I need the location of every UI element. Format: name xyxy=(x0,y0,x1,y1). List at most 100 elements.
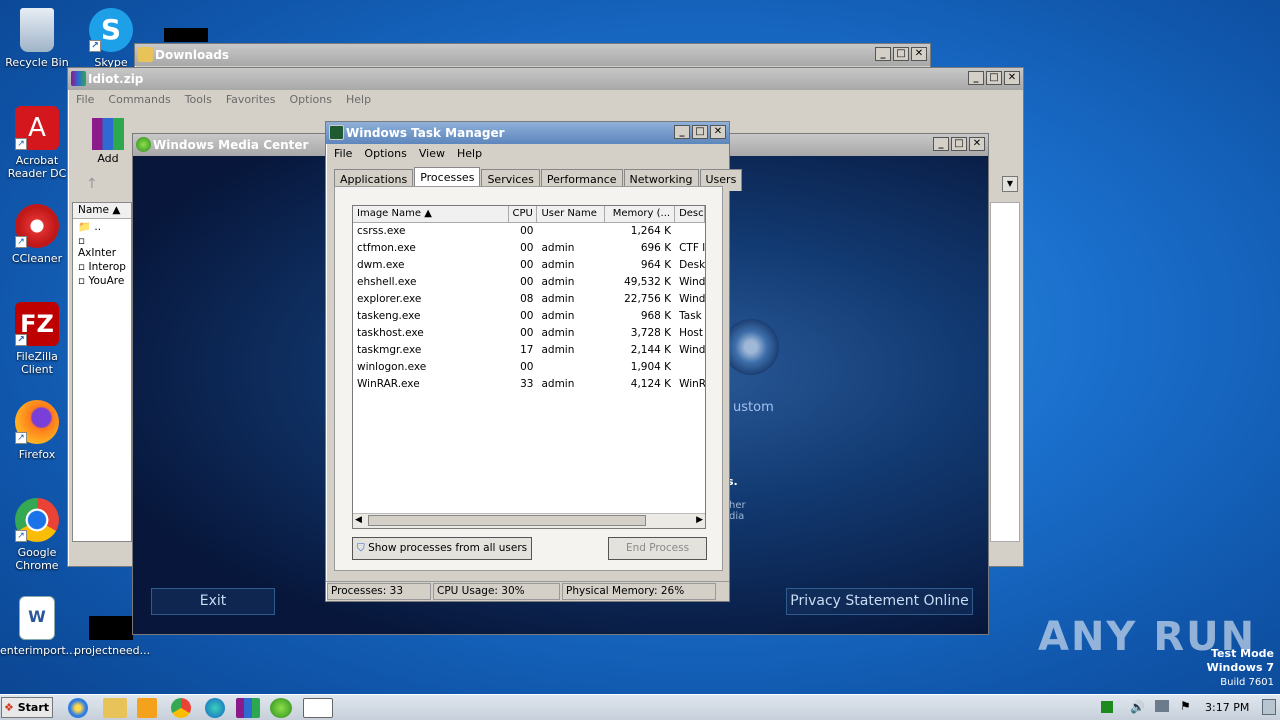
word-doc-icon: W xyxy=(19,596,55,640)
close-button[interactable]: ✕ xyxy=(1004,71,1020,85)
media-player-icon[interactable] xyxy=(137,698,157,718)
minimize-button[interactable]: _ xyxy=(674,125,690,139)
menu-options[interactable]: Options xyxy=(290,93,332,107)
process-memory: 964 K xyxy=(640,259,672,271)
minimize-button[interactable]: _ xyxy=(968,71,984,85)
process-user: admin xyxy=(541,378,575,390)
table-row[interactable]: ctfmon.exe 00 admin 696 K CTF l xyxy=(353,240,705,257)
list-item[interactable]: ▫ YouAre xyxy=(73,274,131,288)
desktop-icon-word-doc[interactable]: W enterimport... xyxy=(0,596,76,657)
task-manager-window[interactable]: Windows Task Manager _ □ ✕ File Options Vi… xyxy=(325,121,743,602)
task-manager-taskbar-icon[interactable] xyxy=(303,698,333,718)
winrar-right-pane xyxy=(990,202,1020,542)
column-memory[interactable]: Memory (... xyxy=(605,206,676,222)
winrar-taskbar-icon[interactable] xyxy=(236,698,260,718)
close-button[interactable]: ✕ xyxy=(911,47,927,61)
firefox-icon: ↗ xyxy=(15,400,59,444)
process-name: csrss.exe xyxy=(357,225,406,237)
close-button[interactable]: ✕ xyxy=(710,125,726,139)
show-all-label: Show processes from all users xyxy=(368,542,528,554)
start-button[interactable]: ❖ Start xyxy=(1,697,53,718)
menu-tools[interactable]: Tools xyxy=(185,93,212,107)
status-cpu-usage: CPU Usage: 30% xyxy=(433,583,560,600)
process-name: taskeng.exe xyxy=(357,310,421,322)
chrome-taskbar-icon[interactable] xyxy=(171,698,191,718)
scroll-right-arrow[interactable]: ▶ xyxy=(696,515,703,525)
process-memory: 696 K xyxy=(640,242,672,254)
media-center-taskbar-icon[interactable] xyxy=(270,698,292,718)
menu-file[interactable]: File xyxy=(334,147,352,161)
table-row[interactable]: taskhost.exe 00 admin 3,728 K Host xyxy=(353,325,705,342)
minimize-button[interactable]: _ xyxy=(933,137,949,151)
desktop-icon-chrome[interactable]: ↗ Google Chrome xyxy=(0,498,74,572)
desktop-icon-firefox[interactable]: ↗ Firefox xyxy=(0,400,74,461)
maximize-button[interactable]: □ xyxy=(951,137,967,151)
edge-icon[interactable] xyxy=(205,698,225,718)
network-status-icon[interactable] xyxy=(1101,701,1113,713)
column-description[interactable]: Desc xyxy=(675,206,705,222)
maximize-button[interactable]: □ xyxy=(692,125,708,139)
maximize-button[interactable]: □ xyxy=(893,47,909,61)
maximize-button[interactable]: □ xyxy=(986,71,1002,85)
desktop-icon-ccleaner[interactable]: ↗ CCleaner xyxy=(0,204,74,265)
desktop-icon-recycle-bin[interactable]: Recycle Bin xyxy=(0,8,74,69)
column-user-name[interactable]: User Name xyxy=(537,206,606,222)
exit-button[interactable]: Exit xyxy=(151,588,275,615)
table-row[interactable]: dwm.exe 00 admin 964 K Desk xyxy=(353,257,705,274)
network-icon[interactable] xyxy=(1155,700,1169,712)
process-memory: 968 K xyxy=(640,310,672,322)
column-image-name[interactable]: Image Name ▲ xyxy=(353,206,509,222)
desktop-icon-filezilla[interactable]: FZ ↗ FileZilla Client xyxy=(0,302,74,376)
table-row[interactable]: csrss.exe 00 1,264 K xyxy=(353,223,705,240)
name-column-header[interactable]: Name ▲ xyxy=(73,203,131,219)
menu-help[interactable]: Help xyxy=(457,147,482,161)
menu-file[interactable]: File xyxy=(76,93,94,107)
scroll-thumb[interactable] xyxy=(368,515,646,526)
list-item[interactable]: ▫ Interop xyxy=(73,260,131,274)
menu-options[interactable]: Options xyxy=(364,147,406,161)
recycle-bin-icon xyxy=(20,8,54,52)
skype-icon: S ↗ xyxy=(89,8,133,52)
process-rows: csrss.exe 00 1,264 K ctfmon.exe 00 admin 696 K… xyxy=(353,223,705,393)
menu-favorites[interactable]: Favorites xyxy=(226,93,276,107)
desktop-icon-acrobat[interactable]: A ↗ Acrobat Reader DC xyxy=(0,106,74,180)
privacy-statement-button[interactable]: Privacy Statement Online xyxy=(786,588,973,615)
table-row[interactable]: taskmgr.exe 17 admin 2,144 K Wind xyxy=(353,342,705,359)
task-manager-titlebar[interactable]: Windows Task Manager _ □ ✕ xyxy=(326,122,729,144)
black-file-icon xyxy=(164,28,208,42)
menu-view[interactable]: View xyxy=(419,147,445,161)
list-item[interactable]: ▫ AxInter xyxy=(73,234,131,260)
menu-commands[interactable]: Commands xyxy=(108,93,170,107)
desktop-icon-label: FileZilla Client xyxy=(16,350,58,376)
downloads-titlebar[interactable]: Downloads _ □ ✕ xyxy=(135,44,930,66)
table-row[interactable]: winlogon.exe 00 1,904 K xyxy=(353,359,705,376)
process-memory: 1,264 K xyxy=(630,225,672,237)
show-desktop-button[interactable] xyxy=(1262,699,1276,715)
table-row[interactable]: taskeng.exe 00 admin 968 K Task xyxy=(353,308,705,325)
winrar-titlebar[interactable]: Idiot.zip _ □ ✕ xyxy=(68,68,1023,90)
show-all-processes-button[interactable]: ⛉ Show processes from all users xyxy=(352,537,532,560)
menu-help[interactable]: Help xyxy=(346,93,371,107)
clock[interactable]: 3:17 PM xyxy=(1205,701,1249,714)
close-button[interactable]: ✕ xyxy=(969,137,985,151)
table-row[interactable]: WinRAR.exe 33 admin 4,124 K WinR xyxy=(353,376,705,393)
table-row[interactable]: ehshell.exe 00 admin 49,532 K Wind xyxy=(353,274,705,291)
volume-icon[interactable]: 🔊 xyxy=(1130,700,1145,714)
add-button[interactable]: Add xyxy=(90,118,126,165)
internet-explorer-icon[interactable] xyxy=(68,698,88,718)
minimize-button[interactable]: _ xyxy=(875,47,891,61)
up-arrow-icon[interactable]: ↑ xyxy=(86,176,98,192)
list-item[interactable]: 📁 .. xyxy=(73,219,131,234)
table-row[interactable]: explorer.exe 08 admin 22,756 K Wind xyxy=(353,291,705,308)
horizontal-scrollbar[interactable]: ◀ ▶ xyxy=(353,513,705,528)
end-process-button[interactable]: End Process xyxy=(608,537,707,560)
dropdown-arrow[interactable]: ▼ xyxy=(1002,176,1018,192)
process-list-header: Image Name ▲ CPU User Name Memory (... D… xyxy=(353,206,705,223)
test-mode-label: Test Mode xyxy=(1211,647,1274,660)
scroll-left-arrow[interactable]: ◀ xyxy=(355,515,362,525)
process-description: Task xyxy=(679,310,702,322)
flag-icon[interactable]: ⚑ xyxy=(1180,699,1191,713)
explorer-folder-icon[interactable] xyxy=(103,698,127,718)
process-list[interactable]: Image Name ▲ CPU User Name Memory (... D… xyxy=(352,205,706,529)
column-cpu[interactable]: CPU xyxy=(509,206,538,222)
